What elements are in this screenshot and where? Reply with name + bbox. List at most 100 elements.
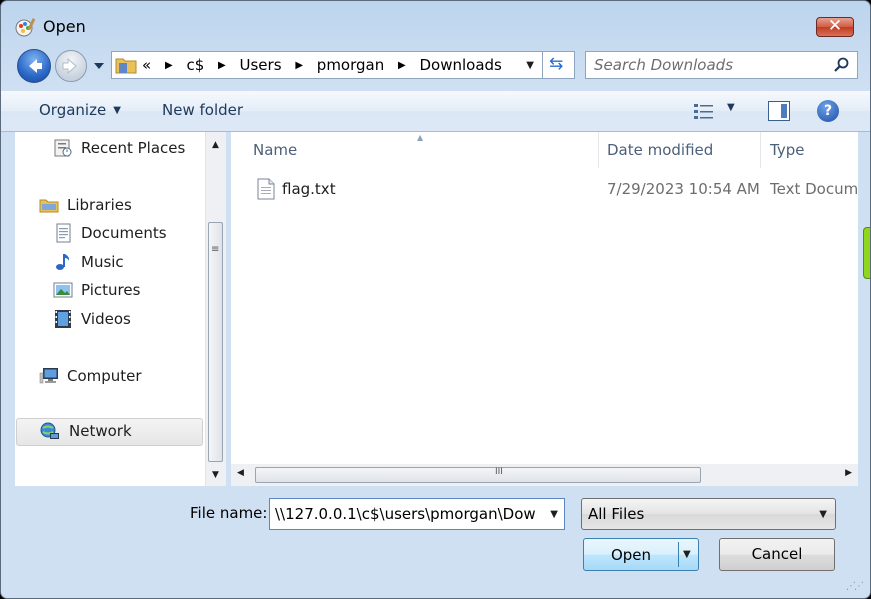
nav-item-label: Network [69,422,132,440]
column-header-label: Date modified [607,141,714,159]
breadcrumb-pmorgan[interactable]: pmorgan [317,56,384,74]
nav-item-recent-places[interactable]: Recent Places [53,136,203,162]
videos-icon [55,310,71,328]
breadcrumb-downloads[interactable]: Downloads [420,56,502,74]
column-header-label: Type [770,141,805,159]
nav-item-pictures[interactable]: Pictures [53,278,203,304]
scrollbar-grip-icon: ≡ [211,244,220,255]
chevron-right-icon[interactable]: ▶ [295,60,303,71]
file-name-combobox[interactable]: ▼ [269,498,565,530]
refresh-icon: ⇆ [549,54,564,74]
navigation-pane-scrollbar[interactable]: ▲ ≡ ▼ [205,132,226,486]
column-header-label: Name [253,141,298,159]
network-icon [40,422,59,439]
back-button[interactable] [17,49,51,83]
file-type-select[interactable]: All Files ▼ [581,498,836,530]
organize-label: Organize [39,101,107,119]
navigation-row: « ▶ c$ ▶ Users ▶ pmorgan ▶ Downloads ▼ ⇆ [1,45,870,85]
scroll-left-icon[interactable]: ◀ [237,468,244,478]
column-header-name[interactable]: Name ▲ [231,132,599,168]
nav-item-computer[interactable]: Computer [39,364,199,390]
recent-places-icon [54,139,72,157]
open-button[interactable]: Open ▼ [583,538,699,571]
close-icon: ✕ [827,16,843,36]
resize-grip-icon[interactable]: ⋰⋰ [846,581,864,592]
open-dialog: Open ✕ « ▶ c$ ▶ Users ▶ pmorgan ▶ Downlo… [0,0,871,599]
breadcrumb: « ▶ c$ ▶ Users ▶ pmorgan ▶ Downloads [142,56,502,74]
nav-item-label: Videos [81,310,131,328]
forward-button[interactable] [55,50,87,82]
search-input[interactable] [592,55,826,75]
scrollbar-thumb[interactable] [255,467,701,483]
nav-item-videos[interactable]: Videos [53,307,203,333]
file-name-input[interactable] [275,505,537,523]
scroll-up-icon[interactable]: ▲ [212,140,219,150]
view-options-dropdown-icon[interactable]: ▼ [727,102,735,113]
new-folder-button[interactable]: New folder [162,101,243,119]
nav-item-libraries[interactable]: Libraries [39,193,199,219]
nav-item-label: Libraries [67,196,132,214]
nav-item-documents[interactable]: Documents [53,221,203,247]
column-header-type[interactable]: Type [761,132,858,168]
chevron-down-icon[interactable]: ▼ [550,509,558,520]
chevron-right-icon[interactable]: ▶ [165,60,173,71]
documents-icon [56,223,71,243]
nav-item-music[interactable]: Music [53,250,203,276]
open-button-label: Open [610,546,652,564]
scrollbar-thumb[interactable] [208,222,223,462]
computer-icon [39,368,58,384]
navigation-pane: Recent Places Libraries Documents Music [15,132,205,486]
title-bar[interactable]: Open ✕ [1,1,870,43]
scroll-down-icon[interactable]: ▼ [212,470,219,480]
file-list-horizontal-scrollbar[interactable]: ◀ III ▶ [231,464,858,486]
window-title: Open [43,17,86,36]
help-icon[interactable]: ? [817,100,839,122]
open-options-dropdown-icon[interactable]: ▼ [683,549,691,560]
nav-item-label: Documents [81,224,167,242]
arrow-right-icon [62,57,77,75]
search-icon[interactable] [833,57,849,73]
nav-item-network[interactable]: Network [16,418,203,446]
scrollbar-grip-icon: III [495,467,503,477]
pictures-icon [53,282,73,298]
search-box[interactable] [585,51,858,79]
cancel-button[interactable]: Cancel [719,538,835,571]
file-name-label: File name: [190,504,268,522]
chevron-right-icon[interactable]: ▶ [218,60,226,71]
change-view-icon[interactable] [693,102,715,120]
split-divider [678,542,679,567]
chevron-down-icon[interactable]: ▼ [526,60,534,71]
sort-ascending-icon: ▲ [417,133,424,142]
file-date-modified: 7/29/2023 10:54 AM [607,180,760,198]
command-bar: Organize ▼ New folder ▼ ? [1,91,870,132]
file-list: Name ▲ Date modified Type flag.txt 7/29/… [231,132,858,486]
chevron-down-icon: ▼ [819,509,827,520]
scroll-right-icon[interactable]: ▶ [845,468,852,478]
chevron-down-icon: ▼ [113,105,121,116]
recent-pages-dropdown-icon[interactable] [91,55,107,75]
close-button[interactable]: ✕ [816,16,854,37]
breadcrumb-users[interactable]: Users [240,56,282,74]
folder-icon [115,58,137,74]
column-header-date[interactable]: Date modified [599,132,761,168]
app-icon [15,18,36,37]
file-type: Text Document [770,180,858,198]
nav-item-label: Music [81,253,124,271]
chevron-right-icon[interactable]: ▶ [398,60,406,71]
side-handle[interactable] [863,227,870,279]
breadcrumb-c[interactable]: c$ [186,56,204,74]
address-bar[interactable]: « ▶ c$ ▶ Users ▶ pmorgan ▶ Downloads ▼ [111,51,543,79]
file-type-value: All Files [588,505,645,523]
table-row[interactable]: flag.txt 7/29/2023 10:54 AM Text Documen… [231,176,858,204]
preview-pane-icon [781,104,787,118]
music-icon [56,254,70,270]
organize-button[interactable]: Organize ▼ [39,101,121,119]
file-name: flag.txt [282,180,336,198]
refresh-button[interactable]: ⇆ [543,51,575,79]
preview-pane-button[interactable] [768,101,790,121]
nav-item-label: Computer [67,367,142,385]
libraries-icon [39,199,59,213]
nav-item-label: Pictures [81,281,141,299]
breadcrumb-overflow[interactable]: « [142,56,151,74]
arrow-left-icon [29,59,42,73]
